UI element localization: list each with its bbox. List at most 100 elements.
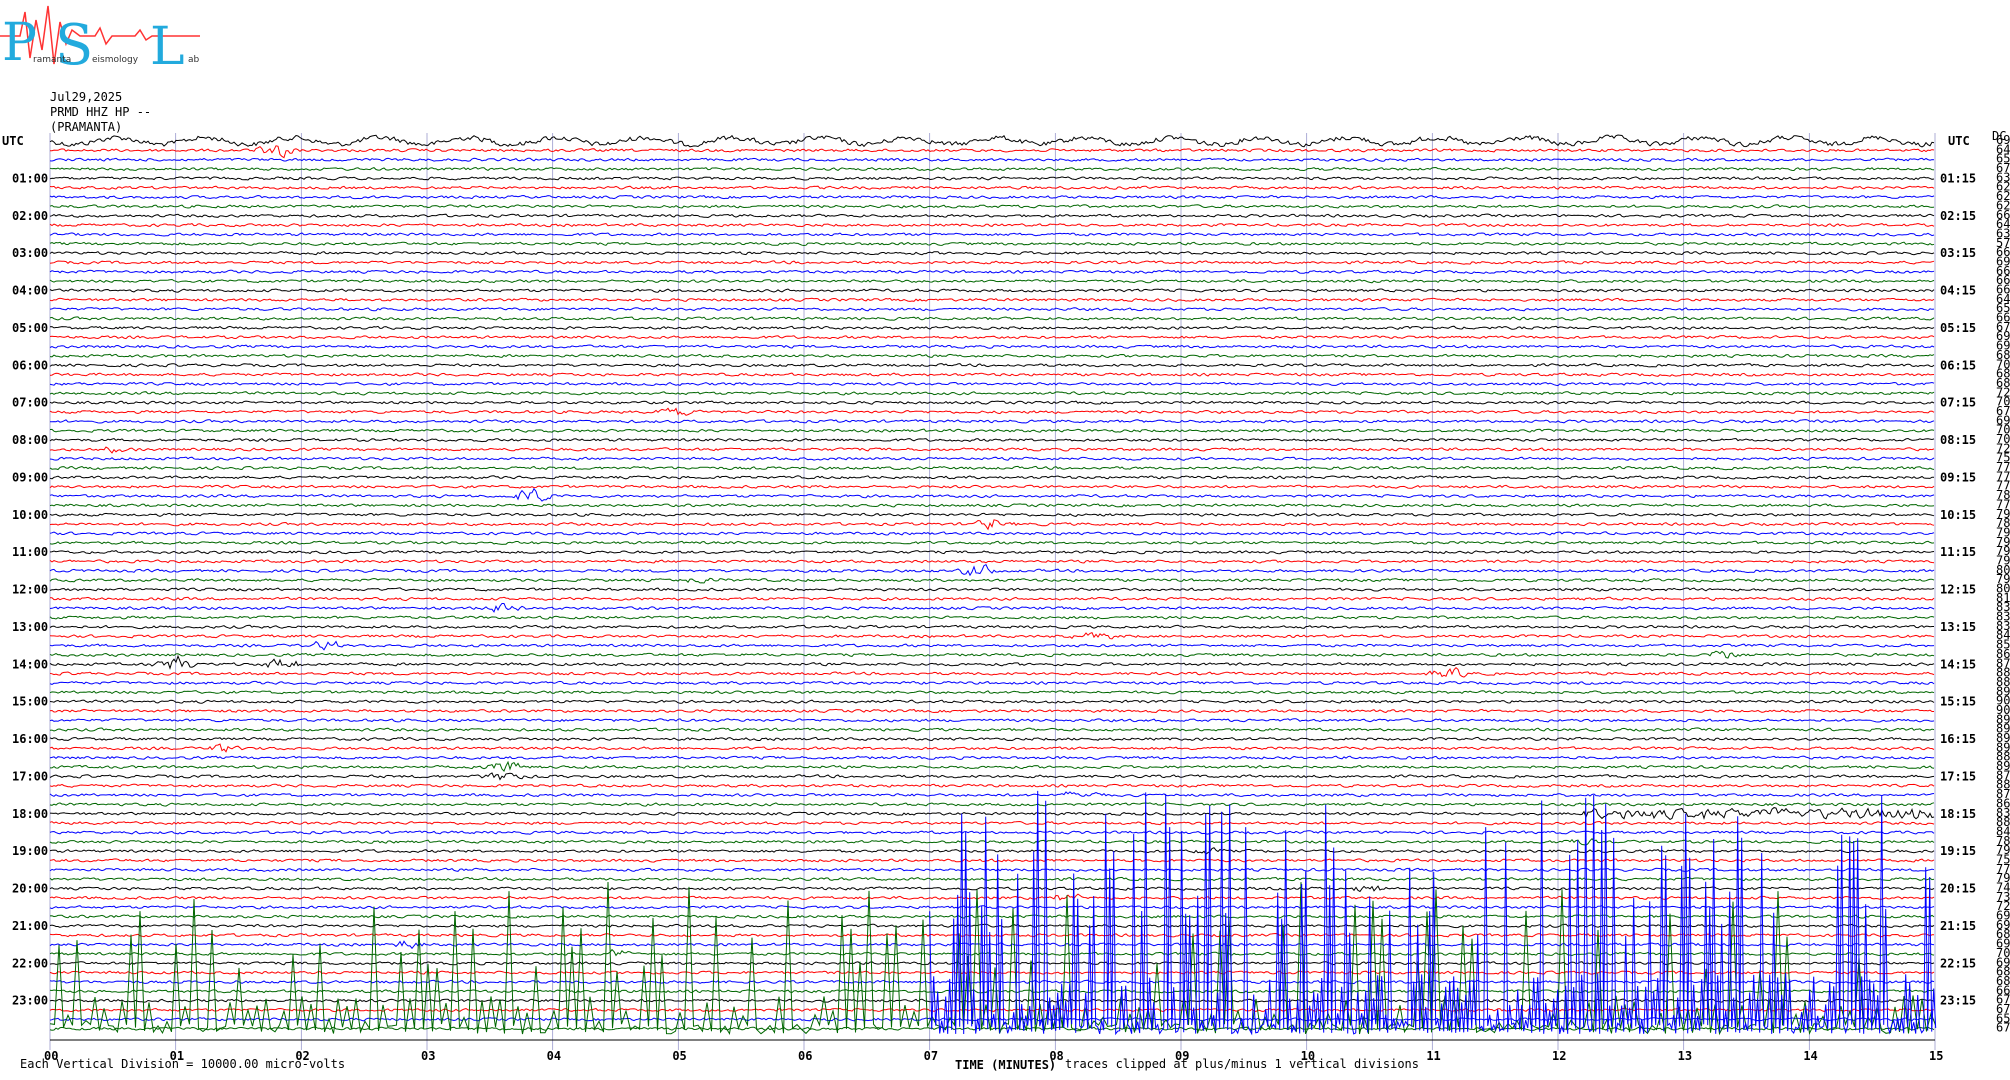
seismic-trace xyxy=(49,727,1935,732)
right-hour-label: 20:15 xyxy=(1940,882,1976,896)
seismic-trace xyxy=(50,419,1935,424)
seismic-trace xyxy=(49,241,1935,247)
seismic-trace xyxy=(49,699,1935,704)
seismic-trace xyxy=(49,690,1935,695)
seismic-trace xyxy=(49,708,1934,714)
seismic-trace xyxy=(49,807,1935,821)
seismic-trace xyxy=(49,858,1935,863)
seismic-trace xyxy=(49,288,1935,293)
seismic-trace xyxy=(49,512,1935,517)
x-tick-label: 06 xyxy=(798,1049,812,1063)
seismic-trace xyxy=(49,680,1935,686)
left-hour-label: 05:00 xyxy=(12,321,48,335)
left-hour-label: 21:00 xyxy=(12,919,48,933)
seismic-trace xyxy=(49,577,1935,584)
seismic-trace xyxy=(49,970,1935,975)
seismic-trace xyxy=(49,213,1935,219)
right-hour-label: 11:15 xyxy=(1940,545,1976,559)
seismic-trace xyxy=(49,503,1935,508)
seismic-trace xyxy=(49,830,1935,835)
seismic-trace xyxy=(49,847,1935,855)
left-hour-label: 12:00 xyxy=(12,583,48,597)
seismic-trace xyxy=(49,519,1935,531)
seismic-trace xyxy=(49,837,1935,846)
right-hour-label: 23:15 xyxy=(1940,994,1976,1008)
seismic-trace xyxy=(49,867,1935,872)
right-hour-label: 13:15 xyxy=(1940,620,1976,634)
seismic-trace xyxy=(49,755,1935,760)
vertical-division-note: Each Vertical Division = 10000.00 micro-… xyxy=(20,1057,345,1071)
dc-value: 67 xyxy=(1996,1021,2010,1035)
left-utc-label: UTC xyxy=(2,134,24,148)
clipping-note: traces clipped at plus/minus 1 vertical … xyxy=(1065,1057,1419,1071)
seismic-trace xyxy=(49,194,1935,200)
seismic-trace xyxy=(49,176,1935,181)
seismic-trace xyxy=(49,446,1935,454)
seismic-trace xyxy=(49,932,1935,938)
seismic-trace xyxy=(49,603,1935,613)
seismic-trace xyxy=(49,166,1935,172)
seismic-trace xyxy=(50,760,1935,773)
right-hour-label: 08:15 xyxy=(1940,433,1976,447)
right-hour-label: 15:15 xyxy=(1940,695,1976,709)
seismic-trace xyxy=(49,596,1935,602)
left-hour-label: 17:00 xyxy=(12,769,48,783)
seismic-trace xyxy=(49,802,1935,807)
seismic-trace xyxy=(49,631,1935,640)
seismic-trace xyxy=(49,297,1935,302)
seismic-trace xyxy=(49,885,1935,893)
left-hour-label: 19:00 xyxy=(12,844,48,858)
x-tick-label: 07 xyxy=(924,1049,938,1063)
trace-group xyxy=(49,134,1937,1036)
right-hour-label: 09:15 xyxy=(1940,470,1976,484)
right-hour-label: 10:15 xyxy=(1940,508,1976,522)
seismic-trace xyxy=(49,381,1935,387)
left-hour-label: 03:00 xyxy=(12,246,48,260)
seismic-trace xyxy=(49,362,1935,368)
seismic-trace xyxy=(49,587,1935,592)
seismic-trace xyxy=(49,791,1935,798)
seismic-trace xyxy=(49,905,1935,910)
x-tick-label: 03 xyxy=(421,1049,435,1063)
right-hour-label: 22:15 xyxy=(1940,956,1976,970)
seismic-trace xyxy=(49,400,1935,405)
seismic-trace xyxy=(49,316,1935,321)
seismic-trace xyxy=(49,372,1935,377)
seismic-trace xyxy=(49,772,1935,781)
right-hour-label: 14:15 xyxy=(1940,657,1976,671)
seismic-trace xyxy=(49,487,1935,502)
left-hour-label: 14:00 xyxy=(12,657,48,671)
helicorder-chart: 00 01 02 03 04 05 06 07 08 09 10 11 12 13 14 15UTC UTC01… xyxy=(2,129,2010,1072)
seismic-trace xyxy=(49,307,1935,312)
seismic-trace xyxy=(49,428,1935,433)
seismic-trace xyxy=(49,134,1935,148)
seismic-trace xyxy=(49,437,1935,443)
seismic-trace xyxy=(49,615,1935,620)
left-hour-label: 07:00 xyxy=(12,396,48,410)
seismic-trace xyxy=(49,204,1935,209)
seismic-trace xyxy=(49,624,1934,630)
seismic-trace xyxy=(49,157,1935,162)
x-tick-label: 11 xyxy=(1426,1049,1440,1063)
left-hour-label: 16:00 xyxy=(12,732,48,746)
right-hour-label: 21:15 xyxy=(1940,919,1976,933)
seismic-trace xyxy=(49,475,1934,480)
seismic-trace xyxy=(49,876,1935,882)
seismic-trace xyxy=(49,667,1935,678)
seismic-trace xyxy=(49,820,1935,826)
right-hour-label: 04:15 xyxy=(1940,284,1976,298)
left-hour-label: 15:00 xyxy=(12,695,48,709)
seismic-trace xyxy=(49,222,1935,228)
seismic-trace xyxy=(49,456,1935,461)
x-tick-label: 05 xyxy=(672,1049,686,1063)
x-axis-title: TIME (MINUTES) xyxy=(955,1058,1056,1072)
x-tick-label: 15 xyxy=(1929,1049,1943,1063)
seismic-trace xyxy=(49,344,1935,349)
right-hour-label: 17:15 xyxy=(1940,769,1976,783)
left-hour-label: 04:00 xyxy=(12,284,48,298)
seismic-trace xyxy=(49,185,1935,190)
right-hour-label: 18:15 xyxy=(1940,807,1976,821)
right-hour-label: 19:15 xyxy=(1940,844,1976,858)
seismic-trace xyxy=(49,550,1935,555)
left-hour-label: 08:00 xyxy=(12,433,48,447)
